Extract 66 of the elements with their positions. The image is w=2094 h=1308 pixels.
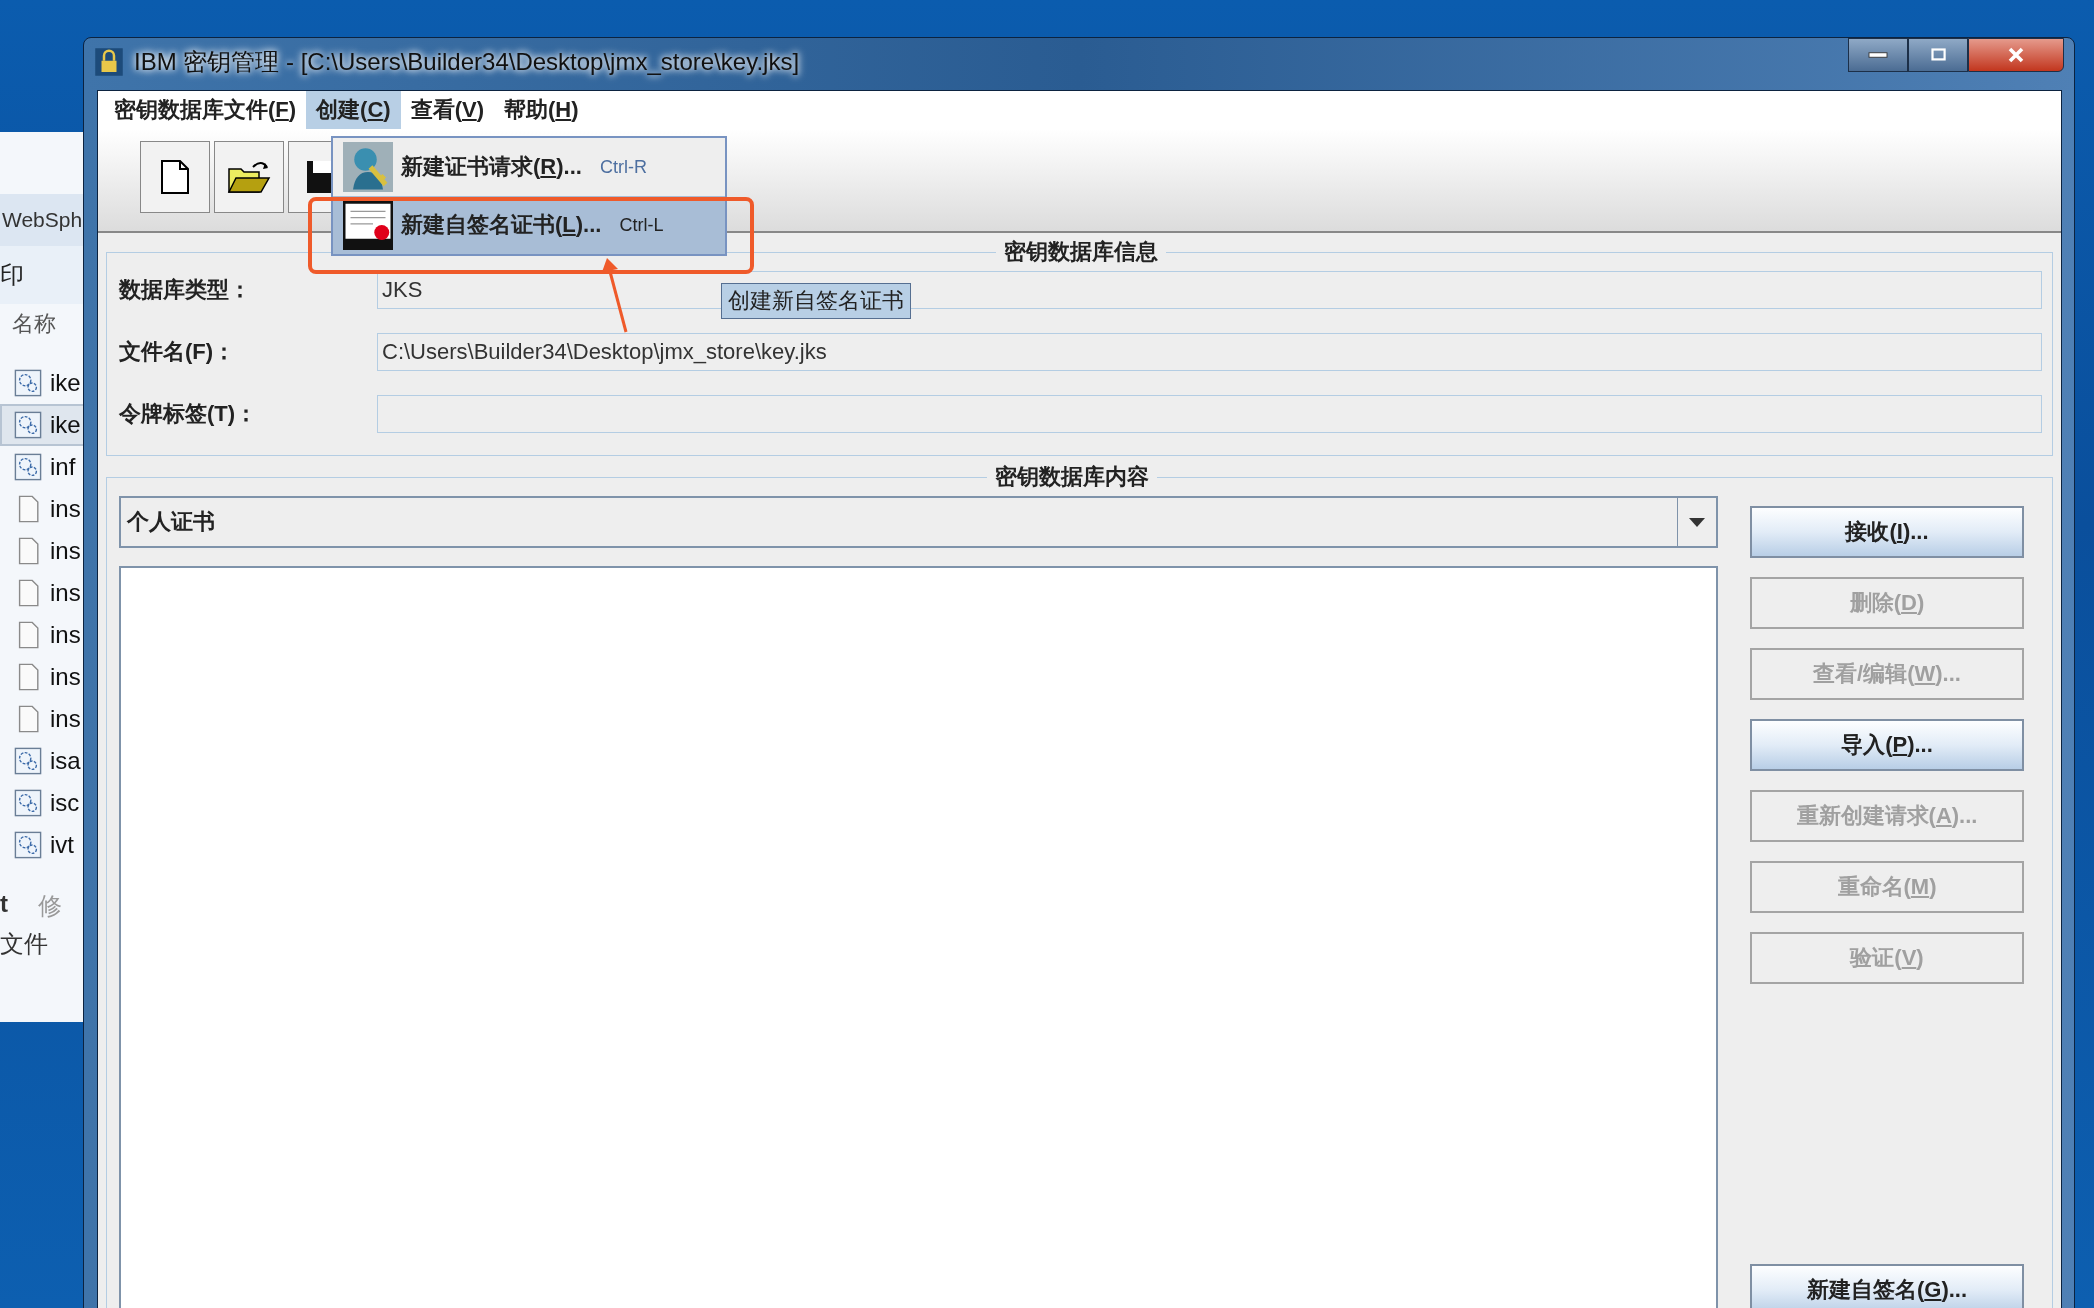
panel-title: 密钥数据库信息 bbox=[1002, 238, 1159, 266]
file-item[interactable]: isc bbox=[0, 782, 86, 824]
new-self-signed-button[interactable]: 新建自签名(G)... bbox=[1750, 1264, 2024, 1308]
file-name: ike bbox=[50, 411, 81, 439]
window-title: WebSph bbox=[0, 194, 86, 246]
file-name: ins bbox=[50, 663, 81, 691]
file-name: ins bbox=[50, 621, 81, 649]
file-item[interactable]: ins bbox=[0, 698, 86, 740]
toolbar-button[interactable] bbox=[214, 141, 284, 213]
file-name: isc bbox=[50, 789, 80, 817]
key-person-icon bbox=[343, 142, 393, 192]
file-item[interactable]: ins bbox=[0, 614, 86, 656]
column-header[interactable]: 名称 bbox=[0, 304, 86, 344]
maximize-button[interactable] bbox=[1908, 38, 1968, 72]
detail-text: 文件 bbox=[0, 929, 49, 959]
settings-file-icon bbox=[14, 411, 42, 439]
info-field: C:\Users\Builder34\Desktop\jmx_store\key.jks bbox=[377, 333, 2042, 371]
file-name: ivt bbox=[50, 831, 74, 859]
action-button[interactable]: 接收(I)... bbox=[1750, 506, 2024, 558]
field-label: 令牌标签(T)： bbox=[119, 400, 259, 428]
file-name: ins bbox=[50, 495, 81, 523]
file-item[interactable]: ins bbox=[0, 572, 86, 614]
certificate-icon bbox=[343, 200, 393, 250]
panel-title: 密钥数据库内容 bbox=[993, 463, 1150, 491]
minimize-icon bbox=[1868, 52, 1888, 58]
close-button[interactable] bbox=[1968, 38, 2064, 72]
file-name: isa bbox=[50, 747, 81, 775]
settings-file-icon bbox=[14, 831, 42, 859]
detail-text: t bbox=[0, 890, 8, 919]
toolbar-item[interactable]: 印 bbox=[0, 246, 86, 304]
menu-item[interactable]: 新建自签名证书(L)... Ctrl-L bbox=[333, 196, 725, 254]
field-label: 文件名(F)： bbox=[119, 338, 237, 366]
dropdown-arrow-icon bbox=[1687, 516, 1707, 528]
field-label: 数据库类型： bbox=[119, 276, 252, 304]
file-item[interactable]: ike bbox=[0, 362, 86, 404]
file-item[interactable]: ike bbox=[0, 404, 86, 446]
certificate-type-dropdown[interactable]: 个人证书 bbox=[119, 496, 1718, 548]
blank-page-icon bbox=[160, 159, 190, 195]
settings-file-icon bbox=[14, 453, 42, 481]
settings-file-icon bbox=[14, 789, 42, 817]
action-button[interactable]: 导入(P)... bbox=[1750, 719, 2024, 771]
window-title: IBM 密钥管理 - [C:\Users\Builder34\Desktop\jmx_store\key.jks] bbox=[134, 47, 800, 77]
detail-text: 修 bbox=[38, 891, 62, 921]
menu-item[interactable]: 查看(V) bbox=[400, 91, 494, 129]
file-item[interactable]: ins bbox=[0, 488, 86, 530]
file-name: ins bbox=[50, 705, 81, 733]
file-item[interactable]: ivt bbox=[0, 824, 86, 866]
menu-item[interactable]: 帮助(H) bbox=[494, 91, 589, 129]
tooltip: 创建新自签名证书 bbox=[721, 283, 911, 319]
toolbar-button[interactable] bbox=[140, 141, 210, 213]
padlock-icon bbox=[94, 47, 124, 77]
file-name: ins bbox=[50, 579, 81, 607]
minimize-button[interactable] bbox=[1848, 38, 1908, 72]
file-item[interactable]: inf bbox=[0, 446, 86, 488]
file-item[interactable]: isa bbox=[0, 740, 86, 782]
file-item[interactable]: ins bbox=[0, 656, 86, 698]
file-name: inf bbox=[50, 453, 76, 481]
settings-file-icon bbox=[14, 369, 42, 397]
menu-item[interactable]: 创建(C) bbox=[306, 91, 401, 129]
file-item[interactable]: ins bbox=[0, 530, 86, 572]
menu-item[interactable]: 密钥数据库文件(F) bbox=[104, 91, 307, 129]
settings-file-icon bbox=[14, 747, 42, 775]
open-folder-icon bbox=[227, 159, 271, 195]
file-name: ins bbox=[50, 537, 81, 565]
file-name: ike bbox=[50, 369, 81, 397]
menu-item[interactable]: 新建证书请求(R)... Ctrl-R bbox=[333, 138, 725, 196]
